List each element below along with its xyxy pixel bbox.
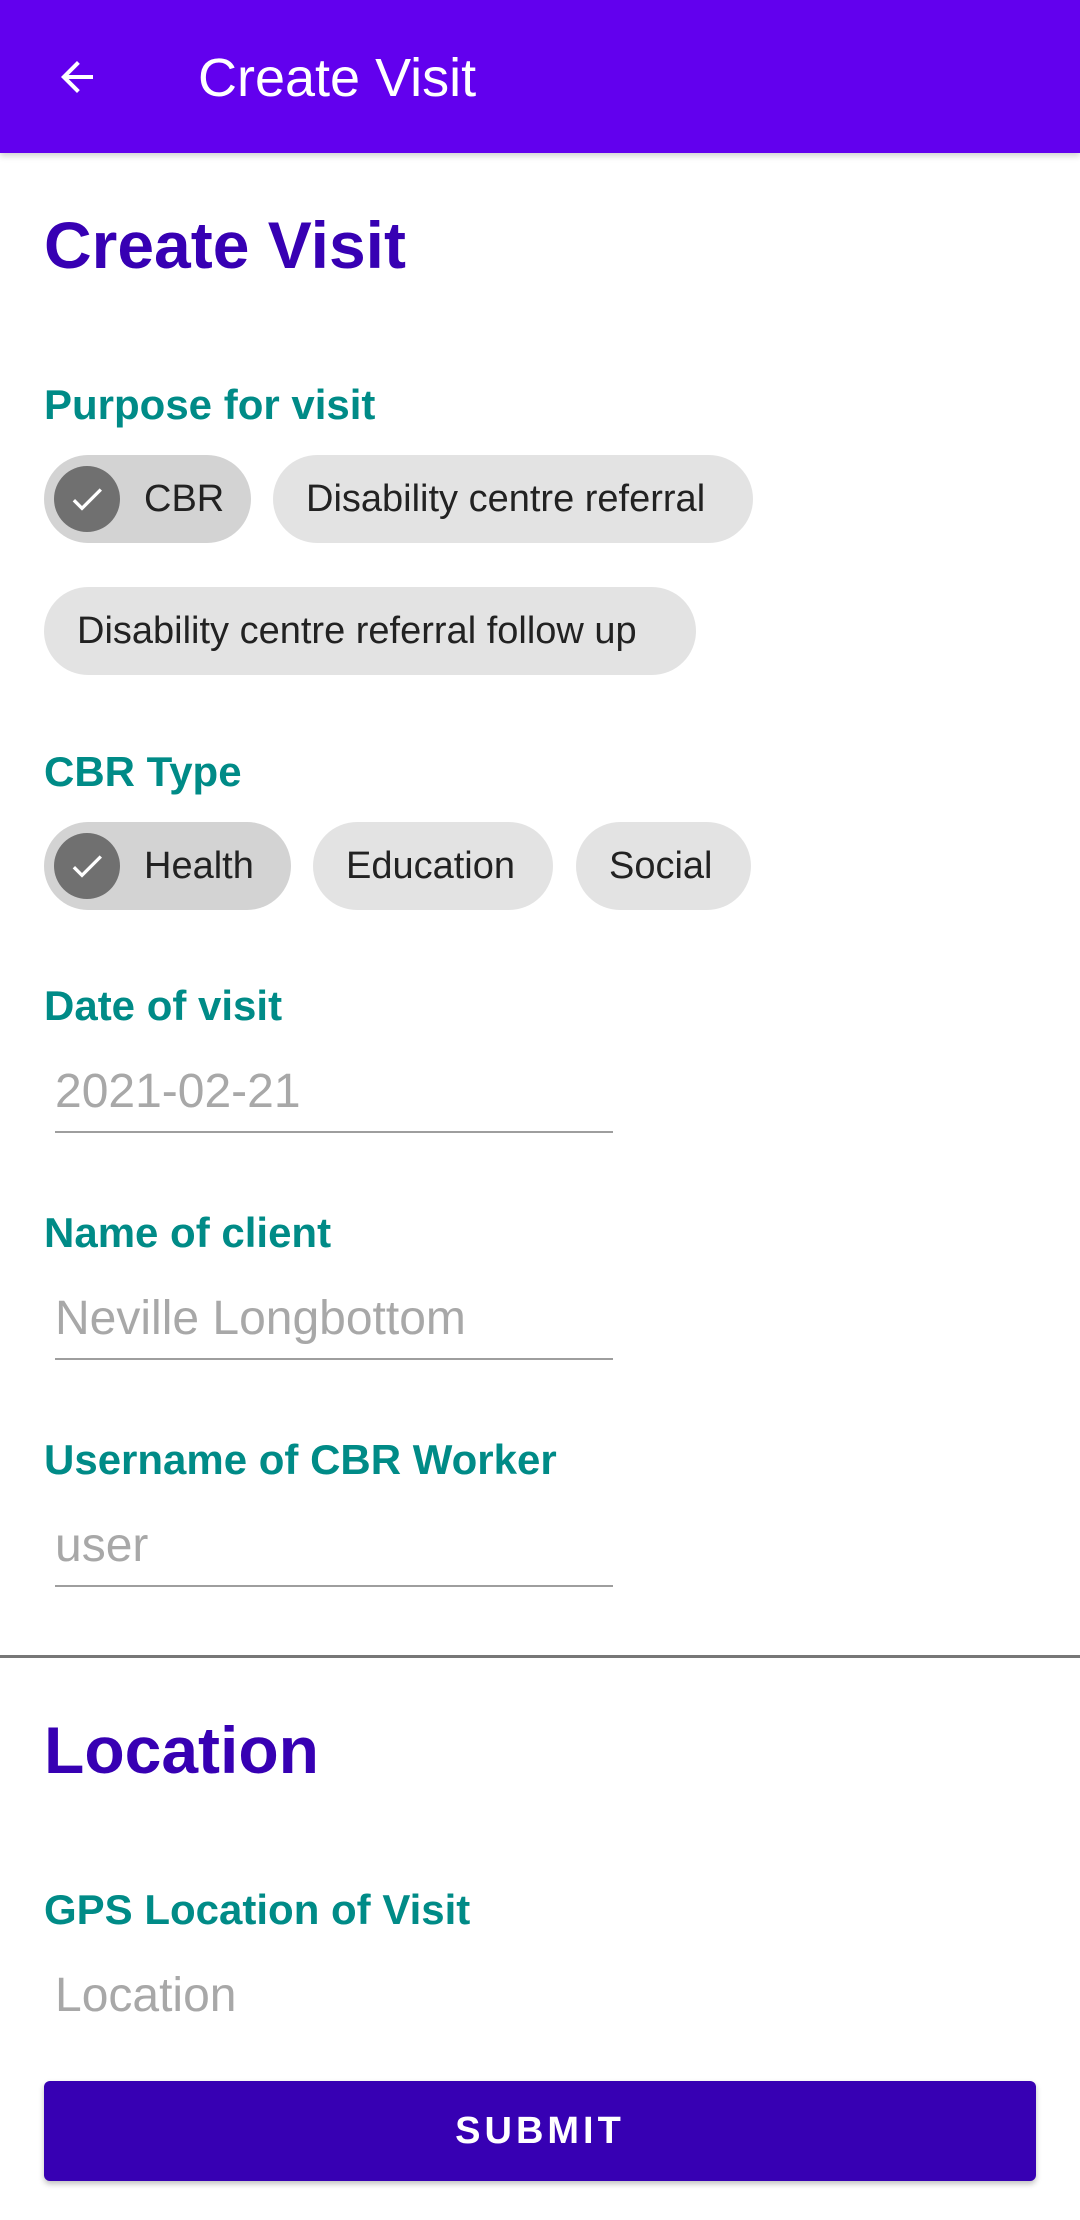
form-content: Create Visit Purpose for visit CBR Disab… bbox=[0, 153, 1080, 2220]
purpose-label: Purpose for visit bbox=[44, 381, 376, 428]
location-title: Location bbox=[44, 1713, 319, 1787]
cbr-type-label: CBR Type bbox=[44, 748, 242, 795]
chip-purpose-disability-centre-referral-follow-up[interactable]: Disability centre referral follow up bbox=[44, 587, 696, 675]
worker-username-field[interactable]: user bbox=[55, 1513, 613, 1587]
section-divider bbox=[0, 1655, 1080, 1658]
client-name-field[interactable]: Neville Longbottom bbox=[55, 1286, 613, 1360]
back-button[interactable] bbox=[50, 50, 104, 104]
chip-label: Education bbox=[346, 844, 516, 887]
chip-purpose-cbr[interactable]: CBR bbox=[44, 455, 251, 543]
submit-button[interactable]: SUBMIT bbox=[44, 2081, 1036, 2181]
app-bar-title: Create Visit bbox=[198, 48, 477, 108]
chip-label: Social bbox=[609, 844, 713, 887]
chip-cbr-type-health[interactable]: Health bbox=[44, 822, 291, 910]
gps-location-label: GPS Location of Visit bbox=[44, 1886, 471, 1933]
chip-cbr-type-education[interactable]: Education bbox=[313, 822, 553, 910]
check-icon bbox=[54, 466, 120, 532]
chip-label: Disability centre referral follow up bbox=[77, 609, 637, 652]
client-name-label: Name of client bbox=[44, 1209, 332, 1256]
gps-location-field[interactable]: Location bbox=[55, 1963, 613, 2037]
date-label: Date of visit bbox=[44, 982, 283, 1029]
page-title: Create Visit bbox=[44, 208, 406, 282]
arrow-back-icon bbox=[61, 61, 93, 93]
worker-username-label: Username of CBR Worker bbox=[44, 1436, 557, 1483]
chip-label: Health bbox=[144, 844, 254, 887]
chip-cbr-type-social[interactable]: Social bbox=[576, 822, 751, 910]
app-bar: Create Visit bbox=[0, 0, 1080, 153]
chip-label: CBR bbox=[144, 477, 225, 520]
date-field[interactable]: 2021-02-21 bbox=[55, 1059, 613, 1133]
chip-purpose-disability-centre-referral[interactable]: Disability centre referral bbox=[273, 455, 753, 543]
chip-label: Disability centre referral bbox=[306, 477, 706, 520]
check-icon bbox=[54, 833, 120, 899]
